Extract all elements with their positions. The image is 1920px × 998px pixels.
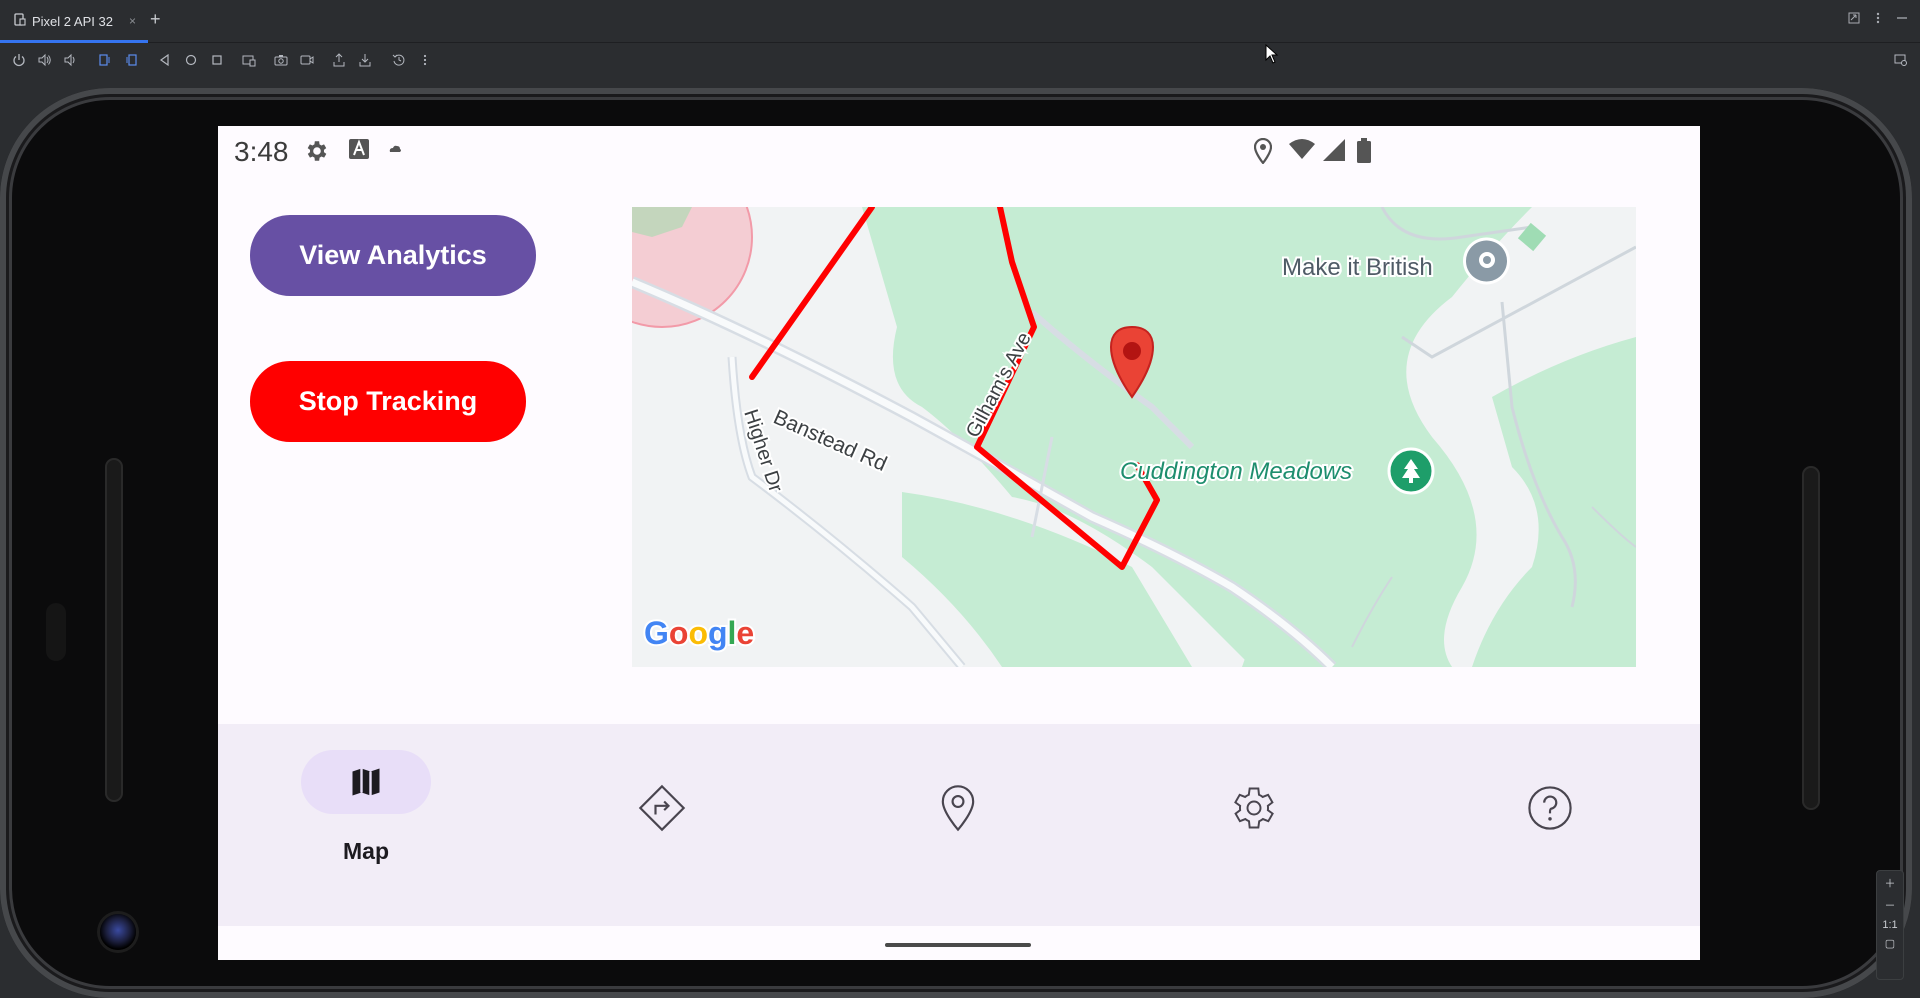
map-canvas[interactable]: Banstead Rd Higher Dr Gilham's Ave Make …: [632, 207, 1636, 667]
gear-icon: [304, 138, 330, 164]
device-icon: [14, 13, 26, 29]
device-screen: 3:48 View Analytics Stop Tracking Banste…: [218, 126, 1700, 960]
nav-item-settings[interactable]: [1106, 724, 1402, 926]
overview-icon[interactable]: [208, 51, 226, 69]
bottom-navigation: Map: [218, 724, 1700, 926]
directions-icon: [638, 784, 686, 832]
restore-icon[interactable]: [1848, 12, 1860, 27]
rotate-right-icon[interactable]: [122, 51, 140, 69]
zoom-in-icon[interactable]: ＋: [1885, 875, 1896, 891]
tab-close-icon[interactable]: ×: [129, 14, 136, 28]
poi-store-icon: [1463, 237, 1510, 285]
help-icon: [1528, 786, 1572, 830]
label-make-it-british: Make it British: [1282, 254, 1433, 281]
window-controls: [1848, 12, 1908, 27]
power-icon[interactable]: [10, 51, 28, 69]
settings-gear-icon: [1234, 787, 1274, 829]
screen-record-icon[interactable]: [298, 51, 316, 69]
gesture-home-bar[interactable]: [885, 943, 1031, 947]
signal-icon: [1322, 138, 1346, 162]
front-camera: [100, 914, 136, 950]
location-icon: [1254, 138, 1272, 164]
google-logo: Google: [644, 615, 754, 651]
toolbar-more-icon[interactable]: [416, 51, 434, 69]
emulator-toolbar: [0, 43, 1920, 77]
zoom-controls: ＋ － 1:1 ▢: [1876, 870, 1904, 980]
snapshot-icon[interactable]: [390, 51, 408, 69]
emulator-tab[interactable]: Pixel 2 API 32 ×: [8, 8, 142, 34]
rotate-left-icon[interactable]: [96, 51, 114, 69]
poi-park-icon: [1387, 447, 1435, 495]
back-icon[interactable]: [156, 51, 174, 69]
tab-title: Pixel 2 API 32: [32, 13, 113, 29]
screenshot-icon[interactable]: [272, 51, 290, 69]
home-icon[interactable]: [182, 51, 200, 69]
nav-item-directions[interactable]: [514, 724, 810, 926]
export-icon[interactable]: [330, 51, 348, 69]
battery-icon: [1356, 138, 1372, 164]
nav-label-map: Map: [343, 838, 389, 864]
mouse-cursor-icon: [1265, 44, 1279, 64]
location-pin-icon: [941, 785, 975, 832]
nav-item-location[interactable]: [810, 724, 1106, 926]
view-analytics-button[interactable]: View Analytics: [250, 215, 536, 296]
nav-item-map[interactable]: Map: [218, 724, 514, 926]
fold-icon[interactable]: [240, 51, 258, 69]
map-icon: [352, 768, 380, 796]
status-time: 3:48: [234, 136, 289, 167]
volume-down-icon[interactable]: [62, 51, 80, 69]
ide-tab-bar: Pixel 2 API 32 × +: [0, 0, 1920, 43]
volume-up-icon[interactable]: [36, 51, 54, 69]
minimize-icon[interactable]: [1896, 12, 1908, 27]
map-view[interactable]: Banstead Rd Higher Dr Gilham's Ave Make …: [632, 207, 1636, 667]
speaker-grille-left: [105, 458, 123, 802]
font-a-icon: [348, 138, 370, 160]
cloud-icon: [388, 144, 402, 154]
add-tab-button[interactable]: +: [150, 9, 161, 30]
status-bar: 3:48: [218, 126, 1700, 178]
nav-selected-indicator: [301, 750, 431, 814]
nav-item-help[interactable]: [1402, 724, 1698, 926]
stop-tracking-button[interactable]: Stop Tracking: [250, 361, 526, 442]
proximity-sensor: [46, 603, 66, 661]
zoom-out-icon[interactable]: －: [1885, 897, 1896, 913]
device-manager-icon[interactable]: [1892, 51, 1910, 69]
zoom-ratio[interactable]: 1:1: [1882, 919, 1897, 931]
wifi-icon: [1288, 138, 1316, 160]
fit-screen-icon[interactable]: ▢: [1885, 937, 1895, 950]
import-icon[interactable]: [356, 51, 374, 69]
label-cuddington-meadows: Cuddington Meadows: [1120, 458, 1352, 485]
speaker-grille-right: [1802, 466, 1820, 810]
more-options-icon[interactable]: [1876, 12, 1880, 27]
